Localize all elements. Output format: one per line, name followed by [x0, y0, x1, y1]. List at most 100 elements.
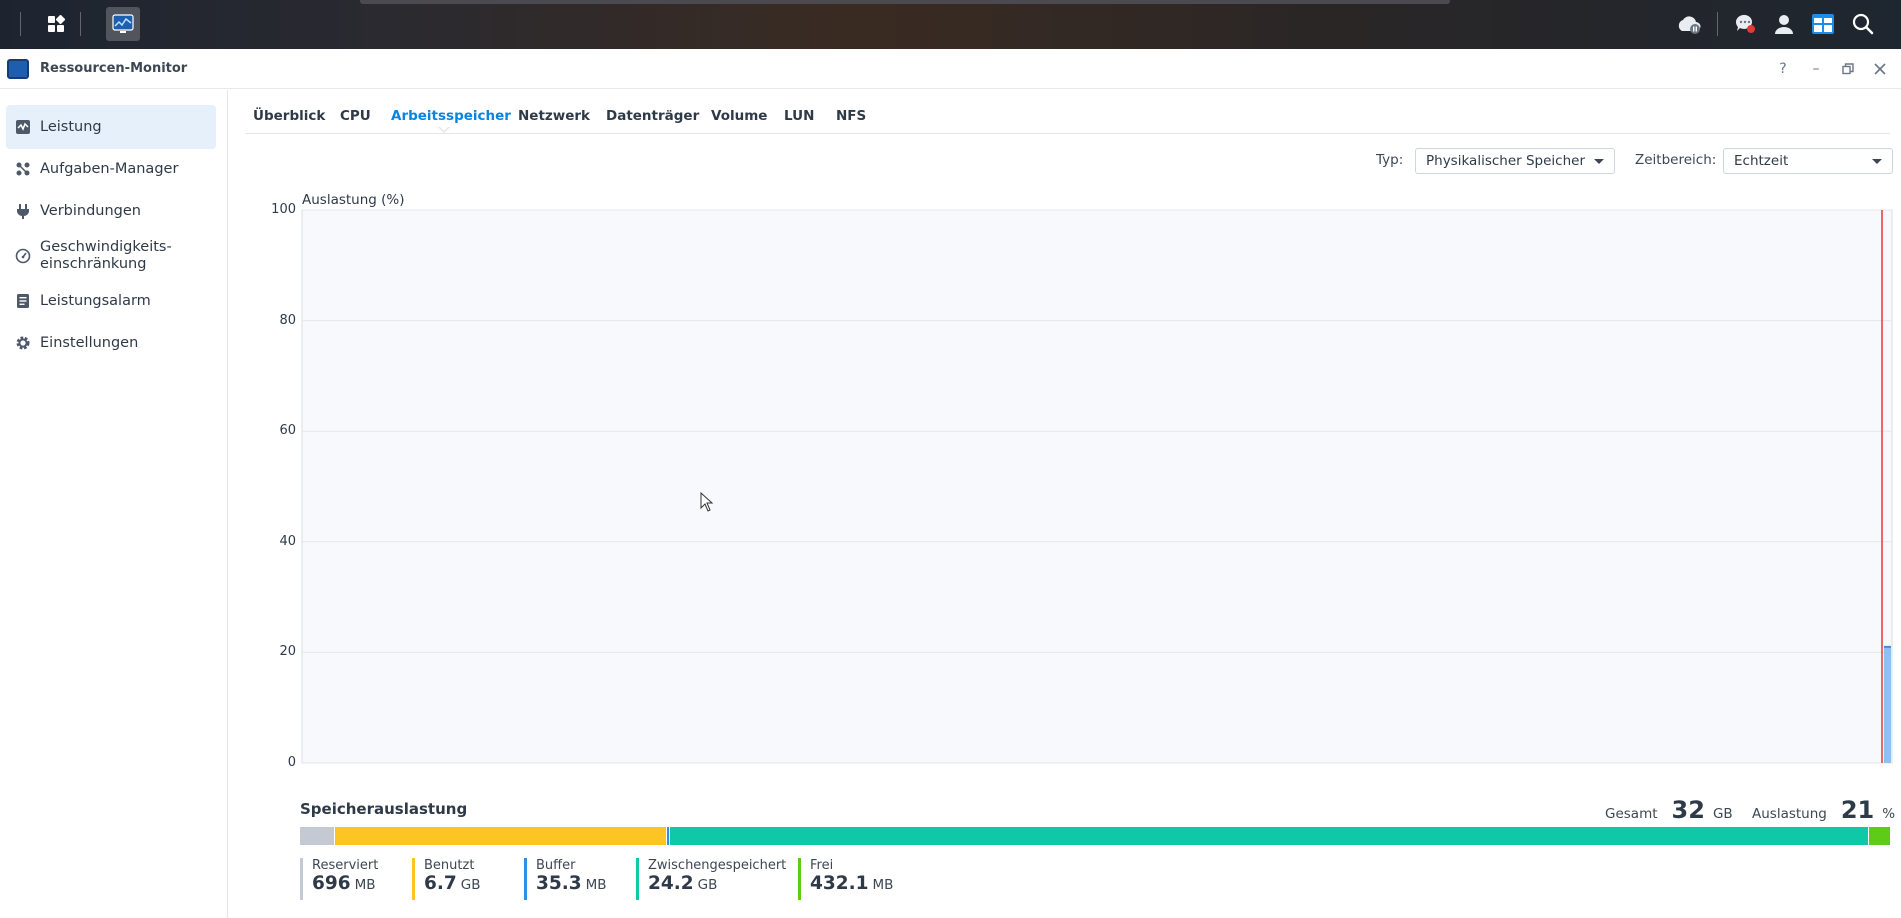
cloud-sync-icon [1678, 16, 1701, 34]
legend-unit: MB [585, 877, 607, 893]
plug-icon [15, 203, 31, 219]
total-unit: GB [1712, 806, 1733, 822]
memory-total: Gesamt 32 GB [1605, 796, 1733, 824]
taskbar [0, 0, 1901, 49]
sidebar-item-label: Geschwindigkeits- einschränkung [40, 239, 172, 272]
widgets-icon [1812, 14, 1834, 34]
legend-value: 6.7 [424, 873, 457, 894]
legend-unit: GB [460, 877, 481, 893]
memory-usage-bar [300, 827, 1891, 845]
main-menu-button[interactable] [39, 7, 73, 41]
total-label: Gesamt [1605, 806, 1658, 822]
chart-y-tick-label: 0 [287, 755, 296, 770]
window-title: Ressourcen-Monitor [40, 61, 188, 76]
sidebar: Leistung Aufgaben-Manager Verbindungen G… [0, 90, 228, 918]
cloud-sync-button[interactable] [1672, 7, 1706, 41]
taskbar-app-resource-monitor[interactable] [106, 7, 140, 41]
memory-usage-chart [301, 209, 1893, 764]
tab-disks[interactable]: Datenträger [606, 108, 699, 124]
close-button[interactable] [1869, 58, 1891, 80]
mouse-cursor-icon [700, 492, 714, 512]
close-icon [1874, 63, 1886, 75]
sidebar-item-performance-alarm[interactable]: Leistungsalarm [6, 279, 216, 323]
legend-unit: MB [354, 877, 376, 893]
legend-buffer: Buffer 35.3 MB [524, 858, 607, 900]
usage-unit: % [1882, 806, 1896, 822]
sidebar-item-label: Verbindungen [40, 202, 141, 219]
taskbar-divider [1717, 12, 1718, 36]
speedometer-icon [15, 248, 31, 264]
notifications-button[interactable] [1728, 7, 1762, 41]
gear-icon [15, 335, 31, 351]
tab-volume[interactable]: Volume [711, 108, 767, 124]
user-button[interactable] [1767, 7, 1801, 41]
sidebar-item-task-manager[interactable]: Aufgaben-Manager [6, 147, 216, 191]
taskbar-divider [80, 12, 81, 36]
tab-nfs[interactable]: NFS [836, 108, 866, 124]
task-manager-icon [15, 161, 31, 177]
widgets-button[interactable] [1806, 7, 1840, 41]
legend-value: 35.3 [536, 873, 582, 894]
tab-cpu[interactable]: CPU [340, 108, 371, 124]
memory-bar-segment [300, 827, 335, 845]
sidebar-item-performance[interactable]: Leistung [6, 105, 216, 149]
grid-menu-icon [48, 15, 65, 32]
window-titlebar: Ressourcen-Monitor ? – [0, 49, 1901, 89]
type-label: Typ: [1376, 152, 1404, 168]
legend-value: 432.1 [810, 873, 869, 894]
tab-memory[interactable]: Arbeitsspeicher [391, 108, 511, 124]
minimize-button[interactable]: – [1805, 58, 1827, 80]
search-button[interactable] [1846, 7, 1880, 41]
memory-usage-percent: Auslastung 21 % [1752, 796, 1895, 824]
legend-label: Zwischengespeichert [648, 858, 787, 873]
legend-reserved: Reserviert 696 MB [300, 858, 378, 900]
resource-monitor-icon [7, 59, 29, 79]
legend-label: Buffer [536, 858, 576, 873]
search-icon [1852, 13, 1874, 35]
alarm-list-icon [15, 293, 31, 309]
chart-y-tick-label: 20 [279, 644, 296, 660]
chart-series-area [1884, 646, 1891, 763]
taskbar-divider [20, 12, 21, 36]
memory-bar-segment [334, 827, 668, 845]
legend-value: 24.2 [648, 873, 694, 894]
memory-bar-segment [670, 827, 1870, 845]
total-value: 32 [1671, 796, 1705, 824]
sidebar-item-connections[interactable]: Verbindungen [6, 189, 216, 233]
legend-label: Reserviert [312, 858, 379, 873]
active-tab-indicator-inner [439, 126, 449, 131]
chart-y-axis-title: Auslastung (%) [302, 192, 405, 208]
sidebar-item-settings[interactable]: Einstellungen [6, 321, 216, 365]
usage-label: Auslastung [1752, 806, 1827, 822]
chart-y-tick-label: 60 [279, 423, 296, 439]
chart-y-tick-label: 100 [271, 202, 296, 217]
minimize-icon: – [1812, 61, 1820, 77]
usage-value: 21 [1840, 796, 1875, 824]
chart-y-tick-label: 40 [279, 533, 296, 549]
sidebar-item-speed-limit[interactable]: Geschwindigkeits- einschränkung [6, 231, 216, 281]
chart-plot-area [301, 209, 1893, 764]
tab-lun[interactable]: LUN [784, 108, 814, 124]
memory-bar-segment [1869, 827, 1891, 845]
legend-unit: GB [697, 877, 718, 893]
legend-cached: Zwischengespeichert 24.2 GB [636, 858, 786, 900]
legend-free: Frei 432.1 MB [798, 858, 893, 900]
type-select[interactable]: Physikalischer Speicher [1415, 148, 1615, 174]
help-button[interactable]: ? [1772, 58, 1794, 80]
help-icon: ? [1779, 61, 1787, 77]
performance-icon [15, 119, 31, 135]
tab-network[interactable]: Netzwerk [518, 108, 590, 124]
legend-used: Benutzt 6.7 GB [412, 858, 481, 900]
sidebar-item-label: Leistungsalarm [40, 292, 151, 309]
tab-bar: Überblick CPU Arbeitsspeicher Netzwerk D… [245, 100, 1890, 134]
resource-monitor-icon [112, 14, 134, 33]
chart-y-tick-label: 80 [279, 312, 296, 328]
legend-unit: MB [872, 877, 894, 893]
tab-overview[interactable]: Überblick [253, 108, 325, 124]
time-range-select[interactable]: Echtzeit [1723, 148, 1893, 174]
restore-button[interactable] [1837, 58, 1859, 80]
sidebar-item-label: Aufgaben-Manager [40, 160, 179, 177]
user-icon [1775, 15, 1793, 34]
restore-icon [1842, 63, 1854, 75]
taskbar-handle [360, 0, 1450, 4]
